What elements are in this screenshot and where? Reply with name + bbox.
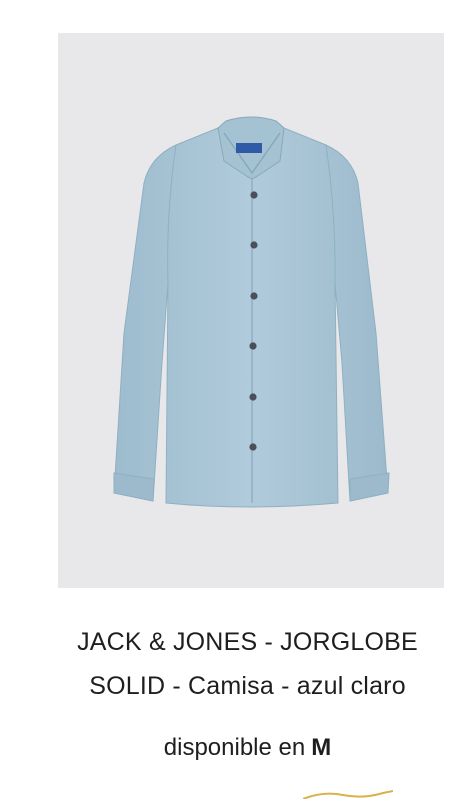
product-title-line-1: JACK & JONES - JORGLOBE (77, 628, 418, 656)
product-title[interactable]: JACK & JONES - JORGLOBE SOLID - Camisa -… (20, 620, 475, 708)
partial-decoration-icon (303, 790, 393, 799)
product-page: JACK & JONES - JORGLOBE SOLID - Camisa -… (0, 0, 475, 799)
shirt-image-icon (113, 116, 390, 508)
product-image[interactable] (58, 33, 444, 588)
availability-prefix: disponible en (163, 734, 306, 761)
available-size: M (311, 734, 332, 761)
availability-text: disponible en M (20, 728, 475, 768)
product-title-line-2: SOLID - Camisa - azul claro (89, 672, 406, 700)
product-card[interactable]: JACK & JONES - JORGLOBE SOLID - Camisa -… (0, 0, 475, 799)
